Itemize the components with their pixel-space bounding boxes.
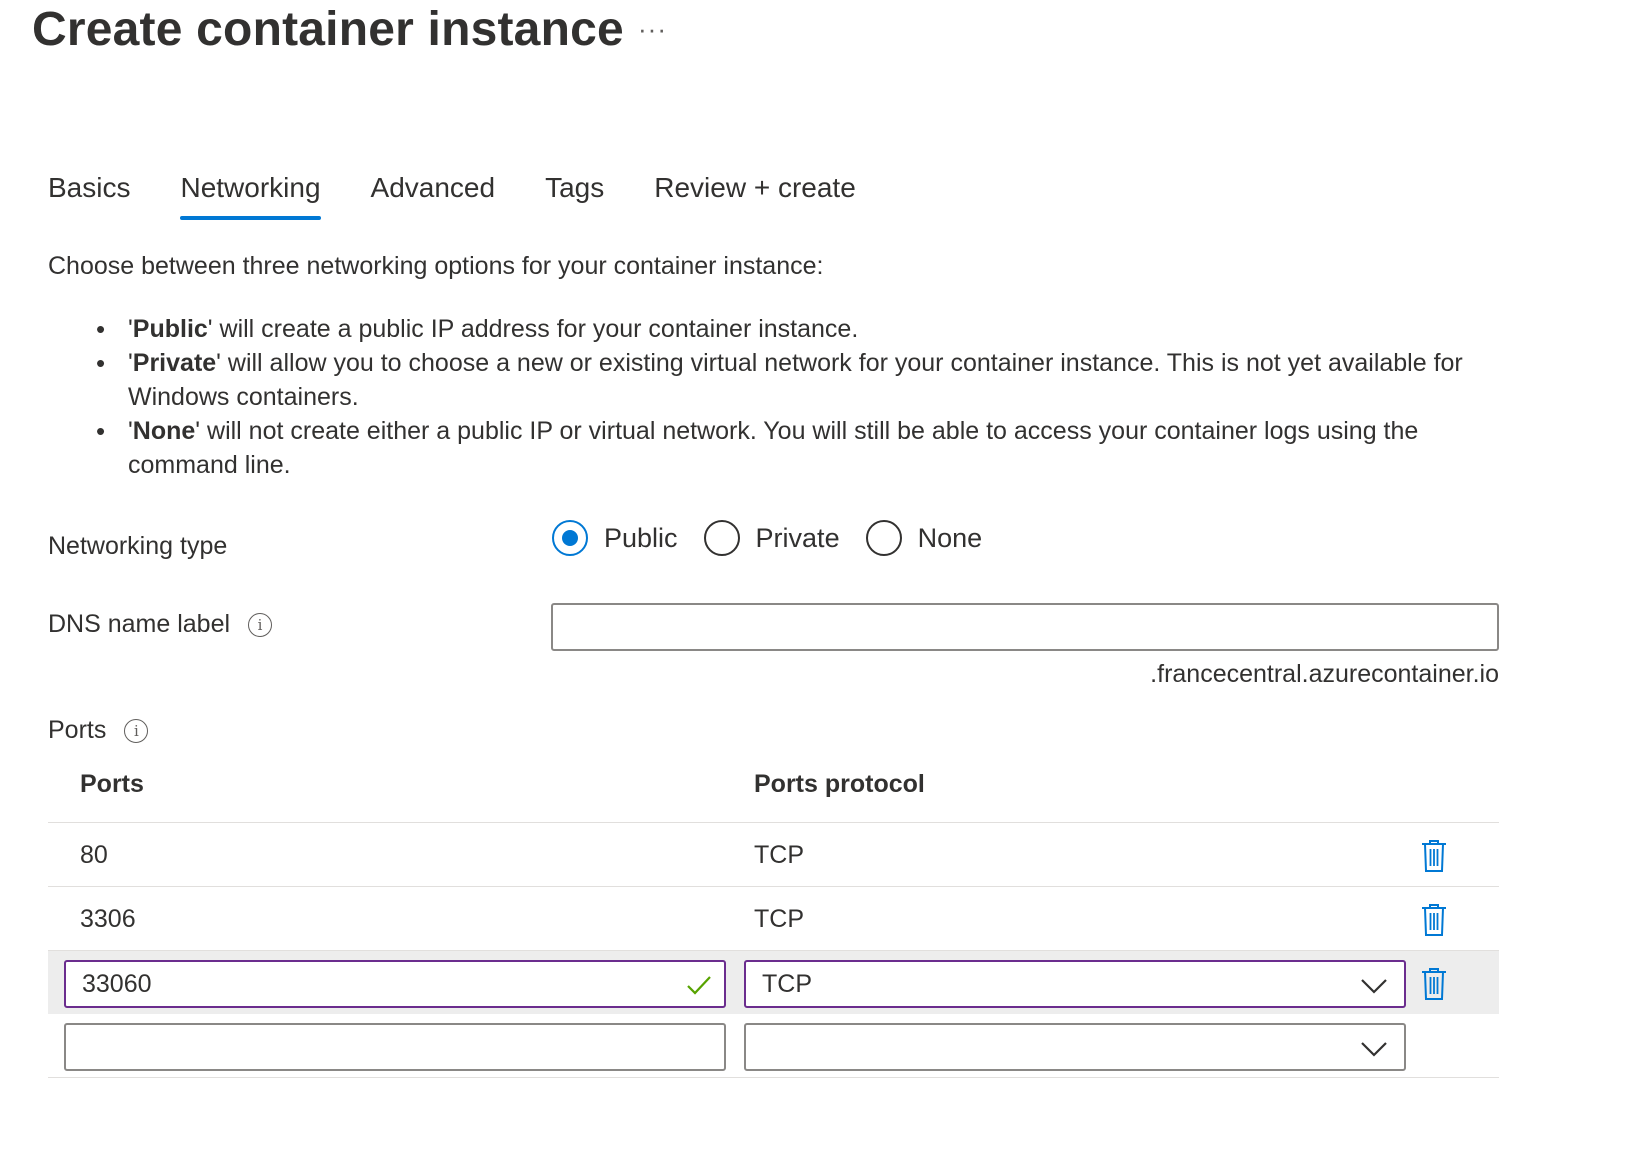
table-row: 33060 TCP: [48, 950, 1499, 1014]
port-value: 3306: [80, 905, 136, 933]
dns-suffix: .francecentral.azurecontainer.io: [1150, 660, 1499, 688]
tab-review-create[interactable]: Review + create: [654, 172, 856, 220]
option-name: Public: [132, 315, 208, 343]
port-value: 80: [80, 841, 108, 869]
tab-advanced[interactable]: Advanced: [371, 172, 496, 220]
delete-icon[interactable]: [1420, 839, 1448, 873]
networking-options-list: • 'Public' will create a public IP addre…: [96, 312, 1516, 482]
chevron-down-icon: [1361, 979, 1387, 994]
delete-icon[interactable]: [1420, 903, 1448, 937]
list-item: • 'None' will not create either a public…: [96, 416, 1419, 479]
protocol-dropdown[interactable]: TCP: [744, 960, 1406, 1008]
radio-public[interactable]: Public: [552, 520, 678, 556]
more-icon[interactable]: ···: [638, 14, 667, 45]
table-row: 3306 TCP: [48, 886, 1499, 950]
networking-intro: Choose between three networking options …: [48, 252, 824, 280]
column-header-protocol: Ports protocol: [754, 770, 925, 798]
radio-unchecked-icon: [865, 520, 902, 556]
radio-private[interactable]: Private: [703, 520, 840, 556]
delete-icon[interactable]: [1420, 967, 1448, 1001]
new-port-input[interactable]: [64, 1023, 726, 1071]
radio-checked-icon: [552, 520, 588, 556]
checkmark-icon: [687, 976, 711, 995]
radio-unchecked-icon: [703, 520, 740, 556]
list-item: • 'Public' will create a public IP addre…: [96, 314, 859, 344]
new-protocol-dropdown[interactable]: [744, 1023, 1406, 1071]
option-description: will not create either a public IP or vi…: [128, 417, 1419, 479]
tab-tags[interactable]: Tags: [545, 172, 604, 220]
radio-none[interactable]: None: [865, 520, 982, 556]
protocol-value: TCP: [754, 841, 804, 869]
ports-section-label: Ports i: [48, 716, 149, 745]
info-icon[interactable]: i: [124, 718, 149, 743]
option-description: will create a public IP address for your…: [212, 315, 859, 343]
table-row: [48, 1014, 1499, 1078]
dns-name-label: DNS name label i: [48, 610, 273, 639]
page-title: Create container instance: [32, 3, 624, 56]
dns-name-input[interactable]: [551, 603, 1499, 651]
tab-basics[interactable]: Basics: [48, 172, 130, 220]
table-row: 80 TCP: [48, 822, 1499, 886]
option-description: will allow you to choose a new or existi…: [128, 349, 1463, 411]
networking-type-radio-group: Public Private None: [552, 520, 1008, 556]
networking-type-label: Networking type: [48, 532, 228, 560]
list-item: • 'Private' will allow you to choose a n…: [96, 348, 1463, 411]
option-name: None: [132, 417, 196, 445]
chevron-down-icon: [1361, 1042, 1387, 1057]
info-icon[interactable]: i: [248, 612, 273, 637]
protocol-value: TCP: [754, 905, 804, 933]
tab-bar: Basics Networking Advanced Tags Review +…: [48, 172, 906, 220]
column-header-ports: Ports: [80, 770, 144, 798]
option-name: Private: [132, 349, 217, 377]
tab-networking[interactable]: Networking: [180, 172, 321, 220]
port-input[interactable]: 33060: [64, 960, 726, 1008]
